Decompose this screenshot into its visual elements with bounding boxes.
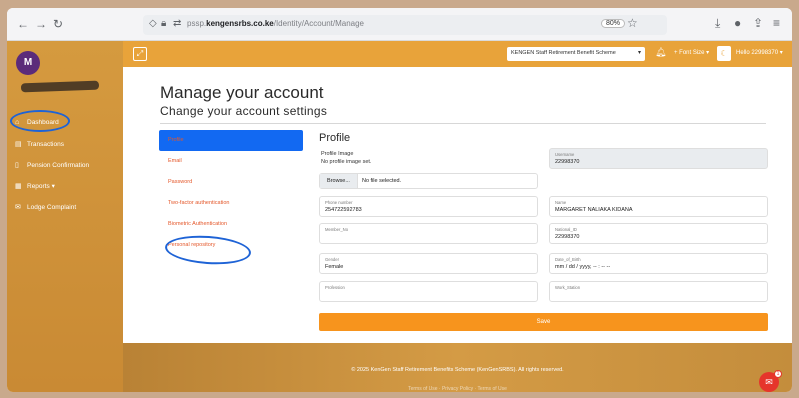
address-bar[interactable]: ◇ 🔒︎ ⇄ pssp.kengensrbs.co.ke/Identity/Ac…: [143, 15, 667, 35]
save-button[interactable]: Save: [319, 313, 768, 331]
gender-field[interactable]: Gender Female: [319, 253, 538, 274]
sidebar: M ⌂ Dashboard ▤ Transactions ▯ Pension Conf…: [7, 41, 123, 392]
profession-field[interactable]: Profession: [319, 281, 538, 302]
browser-toolbar: ← → ↻ ◇ 🔒︎ ⇄ pssp.kengensrbs.co.ke/Ident…: [7, 8, 792, 41]
subnav-biometric[interactable]: Biometric Authentication: [159, 214, 303, 235]
top-app-bar: ⤢ KENGEN Staff Retirement Benefit Scheme…: [123, 41, 792, 67]
footer-copyright: © 2025 KenGen Staff Retirement Benefits …: [351, 367, 564, 373]
national-id-field[interactable]: National_ID 22998370: [549, 223, 768, 244]
member-no-field[interactable]: Member_No: [319, 223, 538, 244]
divider: [160, 123, 766, 124]
permissions-icon: ⇄: [173, 18, 182, 29]
subnav-two-factor[interactable]: Two-factor authentication: [159, 193, 303, 214]
phone-field[interactable]: Phone number 254722592783: [319, 196, 538, 217]
subnav-profile[interactable]: Profile: [159, 130, 303, 151]
table-icon: ▤: [15, 141, 22, 148]
chart-icon: ▦: [15, 183, 22, 190]
font-size-menu[interactable]: + Font Size ▾: [674, 49, 709, 56]
footer-links[interactable]: Terms of Use · Privacy Policy · Terms of…: [123, 386, 792, 392]
scheme-select[interactable]: KENGEN Staff Retirement Benefit Scheme ▾: [507, 47, 645, 61]
chevron-down-icon: ▾: [637, 50, 641, 56]
main-content: Manage your account Change your account …: [123, 67, 792, 343]
dark-mode-icon[interactable]: ☾: [717, 46, 731, 61]
forward-icon[interactable]: →: [35, 17, 47, 31]
file-status: No file selected.: [362, 178, 402, 184]
expand-icon[interactable]: ⤢: [133, 47, 147, 61]
share-icon[interactable]: ⇪: [753, 16, 763, 30]
back-icon[interactable]: ←: [17, 17, 29, 31]
work-station-field[interactable]: Work_Station: [549, 281, 768, 302]
sidebar-item-lodge-complaint[interactable]: ✉ Lodge Complaint: [15, 203, 76, 211]
browse-button[interactable]: Browse...: [320, 174, 358, 188]
sidebar-item-pension-confirmation[interactable]: ▯ Pension Confirmation: [15, 161, 89, 169]
zoom-badge[interactable]: 80%: [601, 19, 626, 28]
app-window: ← → ↻ ◇ 🔒︎ ⇄ pssp.kengensrbs.co.ke/Ident…: [7, 8, 792, 392]
extension-icon[interactable]: ●: [734, 16, 741, 30]
user-menu[interactable]: Hello 22998370 ▾: [736, 49, 783, 56]
shield-icon: ◇: [149, 18, 157, 29]
page-title: Manage your account: [160, 83, 324, 102]
document-icon: ▯: [15, 162, 19, 169]
subnav-password[interactable]: Password: [159, 172, 303, 193]
profile-image-input[interactable]: Browse... No file selected.: [319, 173, 538, 189]
avatar[interactable]: M: [16, 51, 40, 75]
chat-badge: 1: [774, 370, 782, 378]
bookmark-star-icon[interactable]: ☆: [627, 16, 638, 30]
sidebar-item-transactions[interactable]: ▤ Transactions: [15, 140, 64, 148]
annotation-circle-dashboard: [10, 110, 70, 132]
sidebar-item-reports[interactable]: ▦ Reports ▾: [15, 182, 55, 190]
lock-icon: 🔒︎: [161, 18, 167, 29]
footer: © 2025 KenGen Staff Retirement Benefits …: [123, 343, 792, 392]
username-field[interactable]: Username 22998370: [549, 148, 768, 169]
profile-image-label: Profile Image: [321, 151, 354, 157]
date-of-birth-field[interactable]: Date_of_Birth mm / dd / yyyy, -- : -- --: [549, 253, 768, 274]
downloads-icon[interactable]: ⤓: [715, 16, 720, 31]
page-subtitle: Change your account settings: [160, 104, 328, 118]
reload-icon[interactable]: ↻: [53, 17, 63, 31]
bell-icon[interactable]: 🔔︎: [655, 47, 666, 58]
url-text: pssp.kengensrbs.co.ke/Identity/Account/M…: [187, 19, 364, 28]
menu-icon[interactable]: ≡: [773, 16, 780, 30]
redacted-name-scribble: [20, 80, 100, 93]
subnav-email[interactable]: Email: [159, 151, 303, 172]
name-field[interactable]: Name MARGARET NALIAKA KIDANA: [549, 196, 768, 217]
profile-heading: Profile: [319, 132, 351, 144]
message-icon: ✉: [15, 204, 21, 211]
profile-image-note: No profile image set.: [321, 159, 372, 165]
